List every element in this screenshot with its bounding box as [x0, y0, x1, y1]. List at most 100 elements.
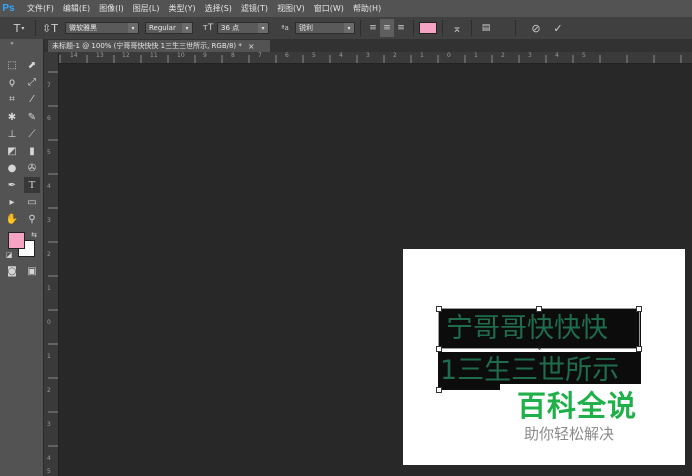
swap-colors-icon[interactable]: ⇆: [29, 230, 39, 240]
ruler-label: 3: [47, 217, 51, 224]
gradient-tool-icon[interactable]: ▮: [24, 143, 40, 159]
font-family-value: 微软雅黑: [69, 24, 97, 32]
menu-filter[interactable]: 滤镜(T): [241, 3, 268, 14]
move-tool-icon[interactable]: ⬈: [24, 57, 40, 73]
divider: [471, 20, 472, 36]
align-right-icon[interactable]: ≡: [394, 19, 408, 37]
vertical-type-icon[interactable]: ⇳T: [41, 19, 59, 37]
eraser-tool-icon[interactable]: ◩: [4, 143, 20, 159]
lasso-tool-icon[interactable]: ϙ: [4, 74, 20, 90]
document-tab-title: 未标题-1 @ 100% (宁哥哥快快快 1三生三世所示, RGB/8) *: [52, 42, 242, 50]
type-tool-icon[interactable]: T: [24, 177, 40, 193]
ruler-label: 14: [70, 52, 78, 59]
ruler-label: 3: [528, 52, 532, 59]
ruler-label: 1: [47, 285, 51, 292]
ruler-label: 1: [474, 52, 478, 59]
cancel-icon[interactable]: ⊘: [527, 19, 545, 37]
divider: [35, 20, 36, 36]
reference-point-icon[interactable]: ⌖: [537, 344, 542, 354]
default-colors-icon[interactable]: ◪: [4, 250, 14, 260]
ruler-label: 10: [177, 52, 185, 59]
blur-tool-icon[interactable]: ●: [4, 160, 20, 176]
warp-text-icon[interactable]: ⌅: [448, 19, 466, 37]
ruler-label: 1: [47, 353, 51, 360]
tools-panel: « ⬚ ⬈ ϙ ⤢ ⌗ ⁄ ✱ ✎ ⊥ ⟋ ◩ ▮ ● ✇ ✒ T ▸ ▭ ✋ …: [0, 39, 44, 476]
ruler-label: 4: [47, 183, 51, 190]
transform-handle[interactable]: [636, 346, 642, 352]
document-tab-bar: 未标题-1 @ 100% (宁哥哥快快快 1三生三世所示, RGB/8) * ×: [44, 39, 692, 52]
font-size-select[interactable]: 36 点 ▾: [217, 22, 269, 34]
menu-file[interactable]: 文件(F): [27, 3, 54, 14]
ruler-horizontal: 14 13 12 11 10 9 8 7 6 5 4 3 2 1 0 1 2 3…: [58, 52, 692, 64]
watermark-subtitle: 助你轻松解决: [524, 425, 615, 443]
transform-handle[interactable]: [436, 387, 442, 393]
transform-handle[interactable]: [636, 306, 642, 312]
ruler-label: 4: [555, 52, 559, 59]
ruler-label: 2: [47, 387, 51, 394]
ruler-label: 2: [501, 52, 505, 59]
type-tool-icon[interactable]: T ▾: [8, 19, 30, 37]
font-size-icon: ᴛT: [202, 23, 214, 33]
font-style-select[interactable]: Regular ▾: [145, 22, 193, 34]
ruler-label: 4: [47, 455, 51, 462]
menu-bar: Ps 文件(F) 编辑(E) 图像(I) 图层(L) 类型(Y) 选择(S) 滤…: [0, 0, 692, 17]
hand-tool-icon[interactable]: ✋: [4, 211, 20, 227]
align-left-icon[interactable]: ≡: [366, 19, 380, 37]
text-color-swatch[interactable]: [419, 22, 437, 34]
divider: [442, 20, 443, 36]
menu-view[interactable]: 视图(V): [277, 3, 305, 14]
foreground-color-swatch[interactable]: [8, 232, 25, 249]
transform-handle[interactable]: [436, 346, 442, 352]
font-family-select[interactable]: 微软雅黑 ▾: [65, 22, 139, 34]
menu-image[interactable]: 图像(I): [99, 3, 124, 14]
ruler-label: 3: [366, 52, 370, 59]
font-style-value: Regular: [149, 24, 176, 32]
rectangle-tool-icon[interactable]: ▭: [24, 194, 40, 210]
dodge-tool-icon[interactable]: ✇: [24, 160, 40, 176]
eyedropper-tool-icon[interactable]: ⁄: [24, 91, 40, 107]
path-selection-tool-icon[interactable]: ▸: [4, 194, 20, 210]
quick-mask-icon[interactable]: ◙: [4, 263, 20, 279]
ruler-label: 0: [47, 319, 51, 326]
divider: [515, 20, 516, 36]
history-brush-tool-icon[interactable]: ⟋: [24, 126, 40, 142]
antialias-select[interactable]: 锐利 ▾: [295, 22, 355, 34]
dropdown-arrow-icon: ▾: [182, 23, 192, 33]
transform-handle[interactable]: [536, 306, 542, 312]
menu-help[interactable]: 帮助(H): [353, 3, 381, 14]
commit-check-icon[interactable]: ✓: [549, 19, 567, 37]
close-icon[interactable]: ×: [248, 42, 255, 51]
zoom-tool-icon[interactable]: ⚲: [24, 211, 40, 227]
document-tab[interactable]: 未标题-1 @ 100% (宁哥哥快快快 1三生三世所示, RGB/8) * ×: [48, 40, 270, 52]
menu-select[interactable]: 选择(S): [205, 3, 232, 14]
screen-mode-icon[interactable]: ▣: [24, 263, 40, 279]
panels-icon[interactable]: ▤: [477, 19, 495, 37]
dropdown-arrow-icon: ▾: [128, 23, 138, 33]
dropdown-arrow-icon: ▾: [258, 23, 268, 33]
crop-tool-icon[interactable]: ⌗: [4, 91, 20, 107]
brush-tool-icon[interactable]: ✎: [24, 109, 40, 125]
dropdown-arrow-icon: ▾: [344, 23, 354, 33]
align-center-icon[interactable]: ≡: [380, 19, 394, 37]
ruler-label: 9: [203, 52, 207, 59]
quick-selection-tool-icon[interactable]: ⤢: [24, 74, 40, 90]
menu-edit[interactable]: 编辑(E): [63, 3, 90, 14]
ruler-label: 4: [339, 52, 343, 59]
menu-window[interactable]: 窗口(W): [314, 3, 344, 14]
ruler-label: 2: [393, 52, 397, 59]
photoshop-logo: Ps: [2, 3, 15, 14]
pen-tool-icon[interactable]: ✒: [4, 177, 20, 193]
collapse-icon[interactable]: «: [4, 39, 20, 47]
clone-stamp-tool-icon[interactable]: ⊥: [4, 126, 20, 142]
text-bounding-box[interactable]: [438, 308, 640, 349]
menu-layer[interactable]: 图层(L): [133, 3, 160, 14]
marquee-tool-icon[interactable]: ⬚: [4, 57, 20, 73]
ruler-label: 0: [447, 52, 451, 59]
spot-healing-tool-icon[interactable]: ✱: [4, 109, 20, 125]
menu-type[interactable]: 类型(Y): [168, 3, 195, 14]
transform-handle[interactable]: [436, 306, 442, 312]
font-size-value: 36 点: [221, 24, 240, 32]
antialias-value: 锐利: [299, 24, 313, 32]
ruler-label: 8: [231, 52, 235, 59]
ruler-label: 6: [285, 52, 289, 59]
